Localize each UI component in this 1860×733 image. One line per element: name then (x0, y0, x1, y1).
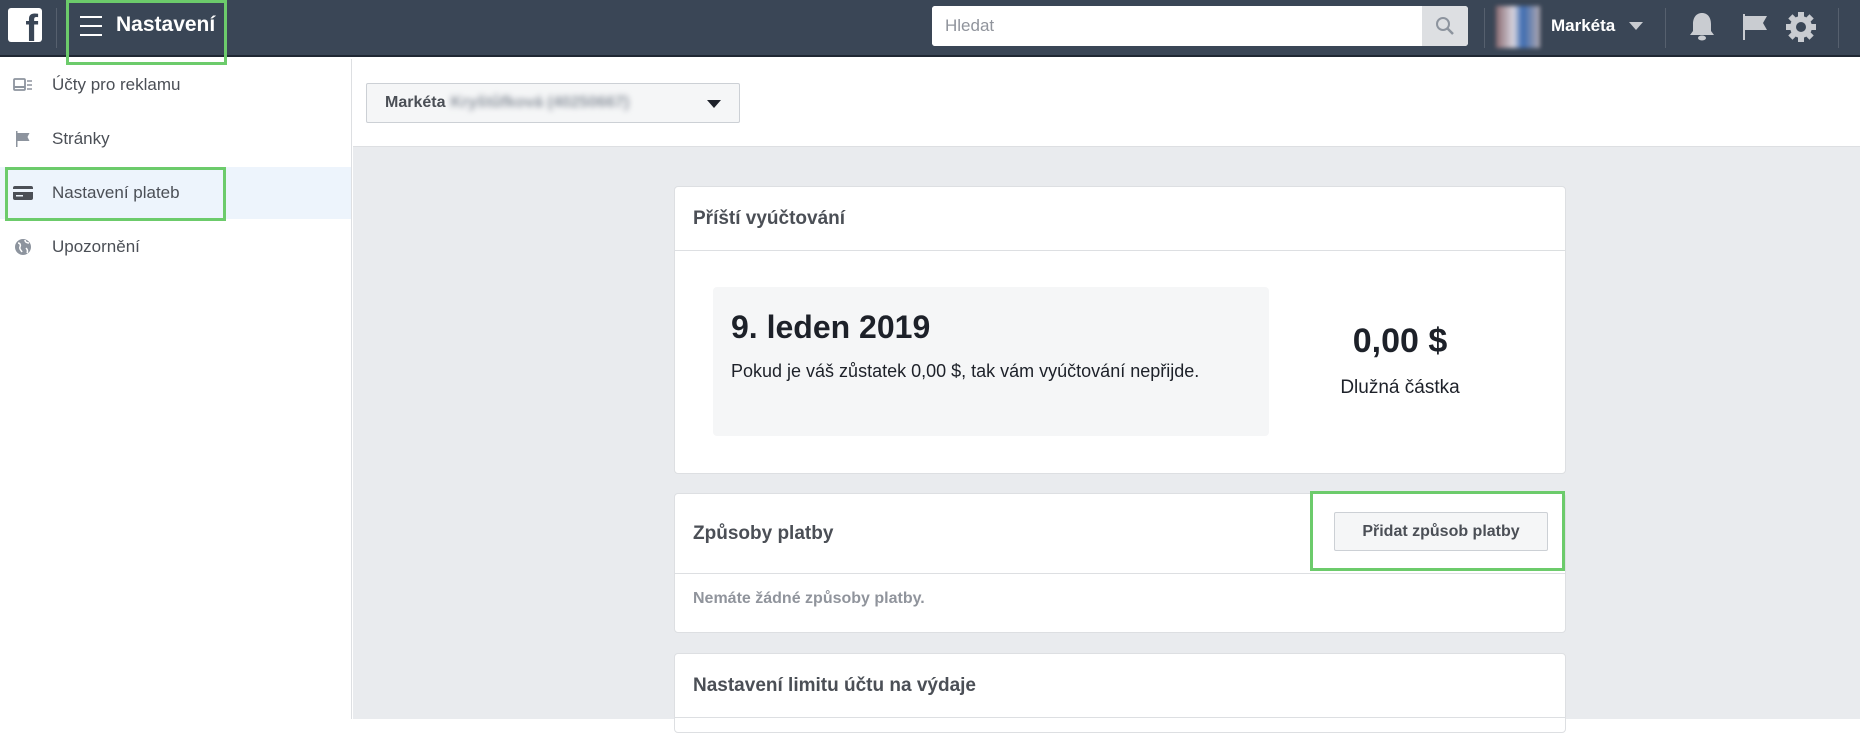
spending-limit-card: Nastavení limitu účtu na výdaje (674, 653, 1566, 733)
sidebar: Účty pro reklamu Stránky Nastavení plate… (0, 59, 352, 719)
billing-description: Pokud je váš zůstatek 0,00 $, tak vám vy… (731, 361, 1200, 381)
highlight-box (5, 167, 226, 221)
ad-account-icon (12, 78, 34, 92)
billing-date-box: 9. leden 2019 Pokud je váš zůstatek 0,00… (713, 287, 1269, 436)
card-title: Nastavení limitu účtu na výdaje (675, 654, 1565, 718)
search-input[interactable] (932, 6, 1412, 46)
avatar[interactable] (1496, 6, 1540, 48)
flag-icon (12, 130, 34, 148)
facebook-logo-icon[interactable]: f (8, 8, 42, 42)
sidebar-item-pages[interactable]: Stránky (0, 113, 351, 165)
next-billing-card: Příští vyúčtování 9. leden 2019 Pokud je… (674, 186, 1566, 474)
card-title: Příští vyúčtování (675, 187, 1565, 251)
sidebar-item-notifications[interactable]: Upozornění (0, 221, 351, 273)
search-box (932, 6, 1468, 46)
highlight-box (1310, 491, 1565, 571)
globe-icon (12, 238, 34, 256)
sidebar-item-label: Upozornění (52, 237, 140, 256)
chevron-down-icon[interactable] (1629, 22, 1643, 30)
user-name[interactable]: Markéta (1551, 16, 1615, 36)
account-first-name: Markéta (385, 94, 446, 111)
amount-due: 0,00 $ (1352, 322, 1448, 360)
bell-icon[interactable] (1688, 11, 1716, 43)
top-bar: f Nastavení Markéta (0, 0, 1860, 65)
divider (56, 8, 57, 48)
sidebar-item-label: Účty pro reklamu (52, 75, 181, 94)
sidebar-item-label: Stránky (52, 129, 110, 148)
amount-due-label: Dlužná částka (1340, 377, 1460, 398)
account-blurred-name: Kryštůfková (40250667) (450, 94, 630, 111)
search-button[interactable] (1422, 6, 1468, 46)
gear-icon[interactable] (1785, 11, 1817, 43)
chevron-down-icon (707, 100, 721, 108)
payment-methods-card: Způsoby platby Přidat způsob platby Nemá… (674, 491, 1566, 633)
flag-icon[interactable] (1740, 12, 1770, 42)
divider (1484, 8, 1485, 48)
billing-date: 9. leden 2019 (731, 309, 931, 345)
empty-payment-methods-text: Nemáte žádné způsoby platby. (693, 590, 925, 607)
highlight-box (66, 0, 227, 65)
divider (1665, 8, 1666, 48)
divider (1838, 8, 1839, 48)
search-icon (1436, 17, 1454, 35)
sidebar-item-ad-accounts[interactable]: Účty pro reklamu (0, 59, 351, 111)
account-selector[interactable]: Markéta Kryštůfková (40250667) (366, 83, 740, 123)
